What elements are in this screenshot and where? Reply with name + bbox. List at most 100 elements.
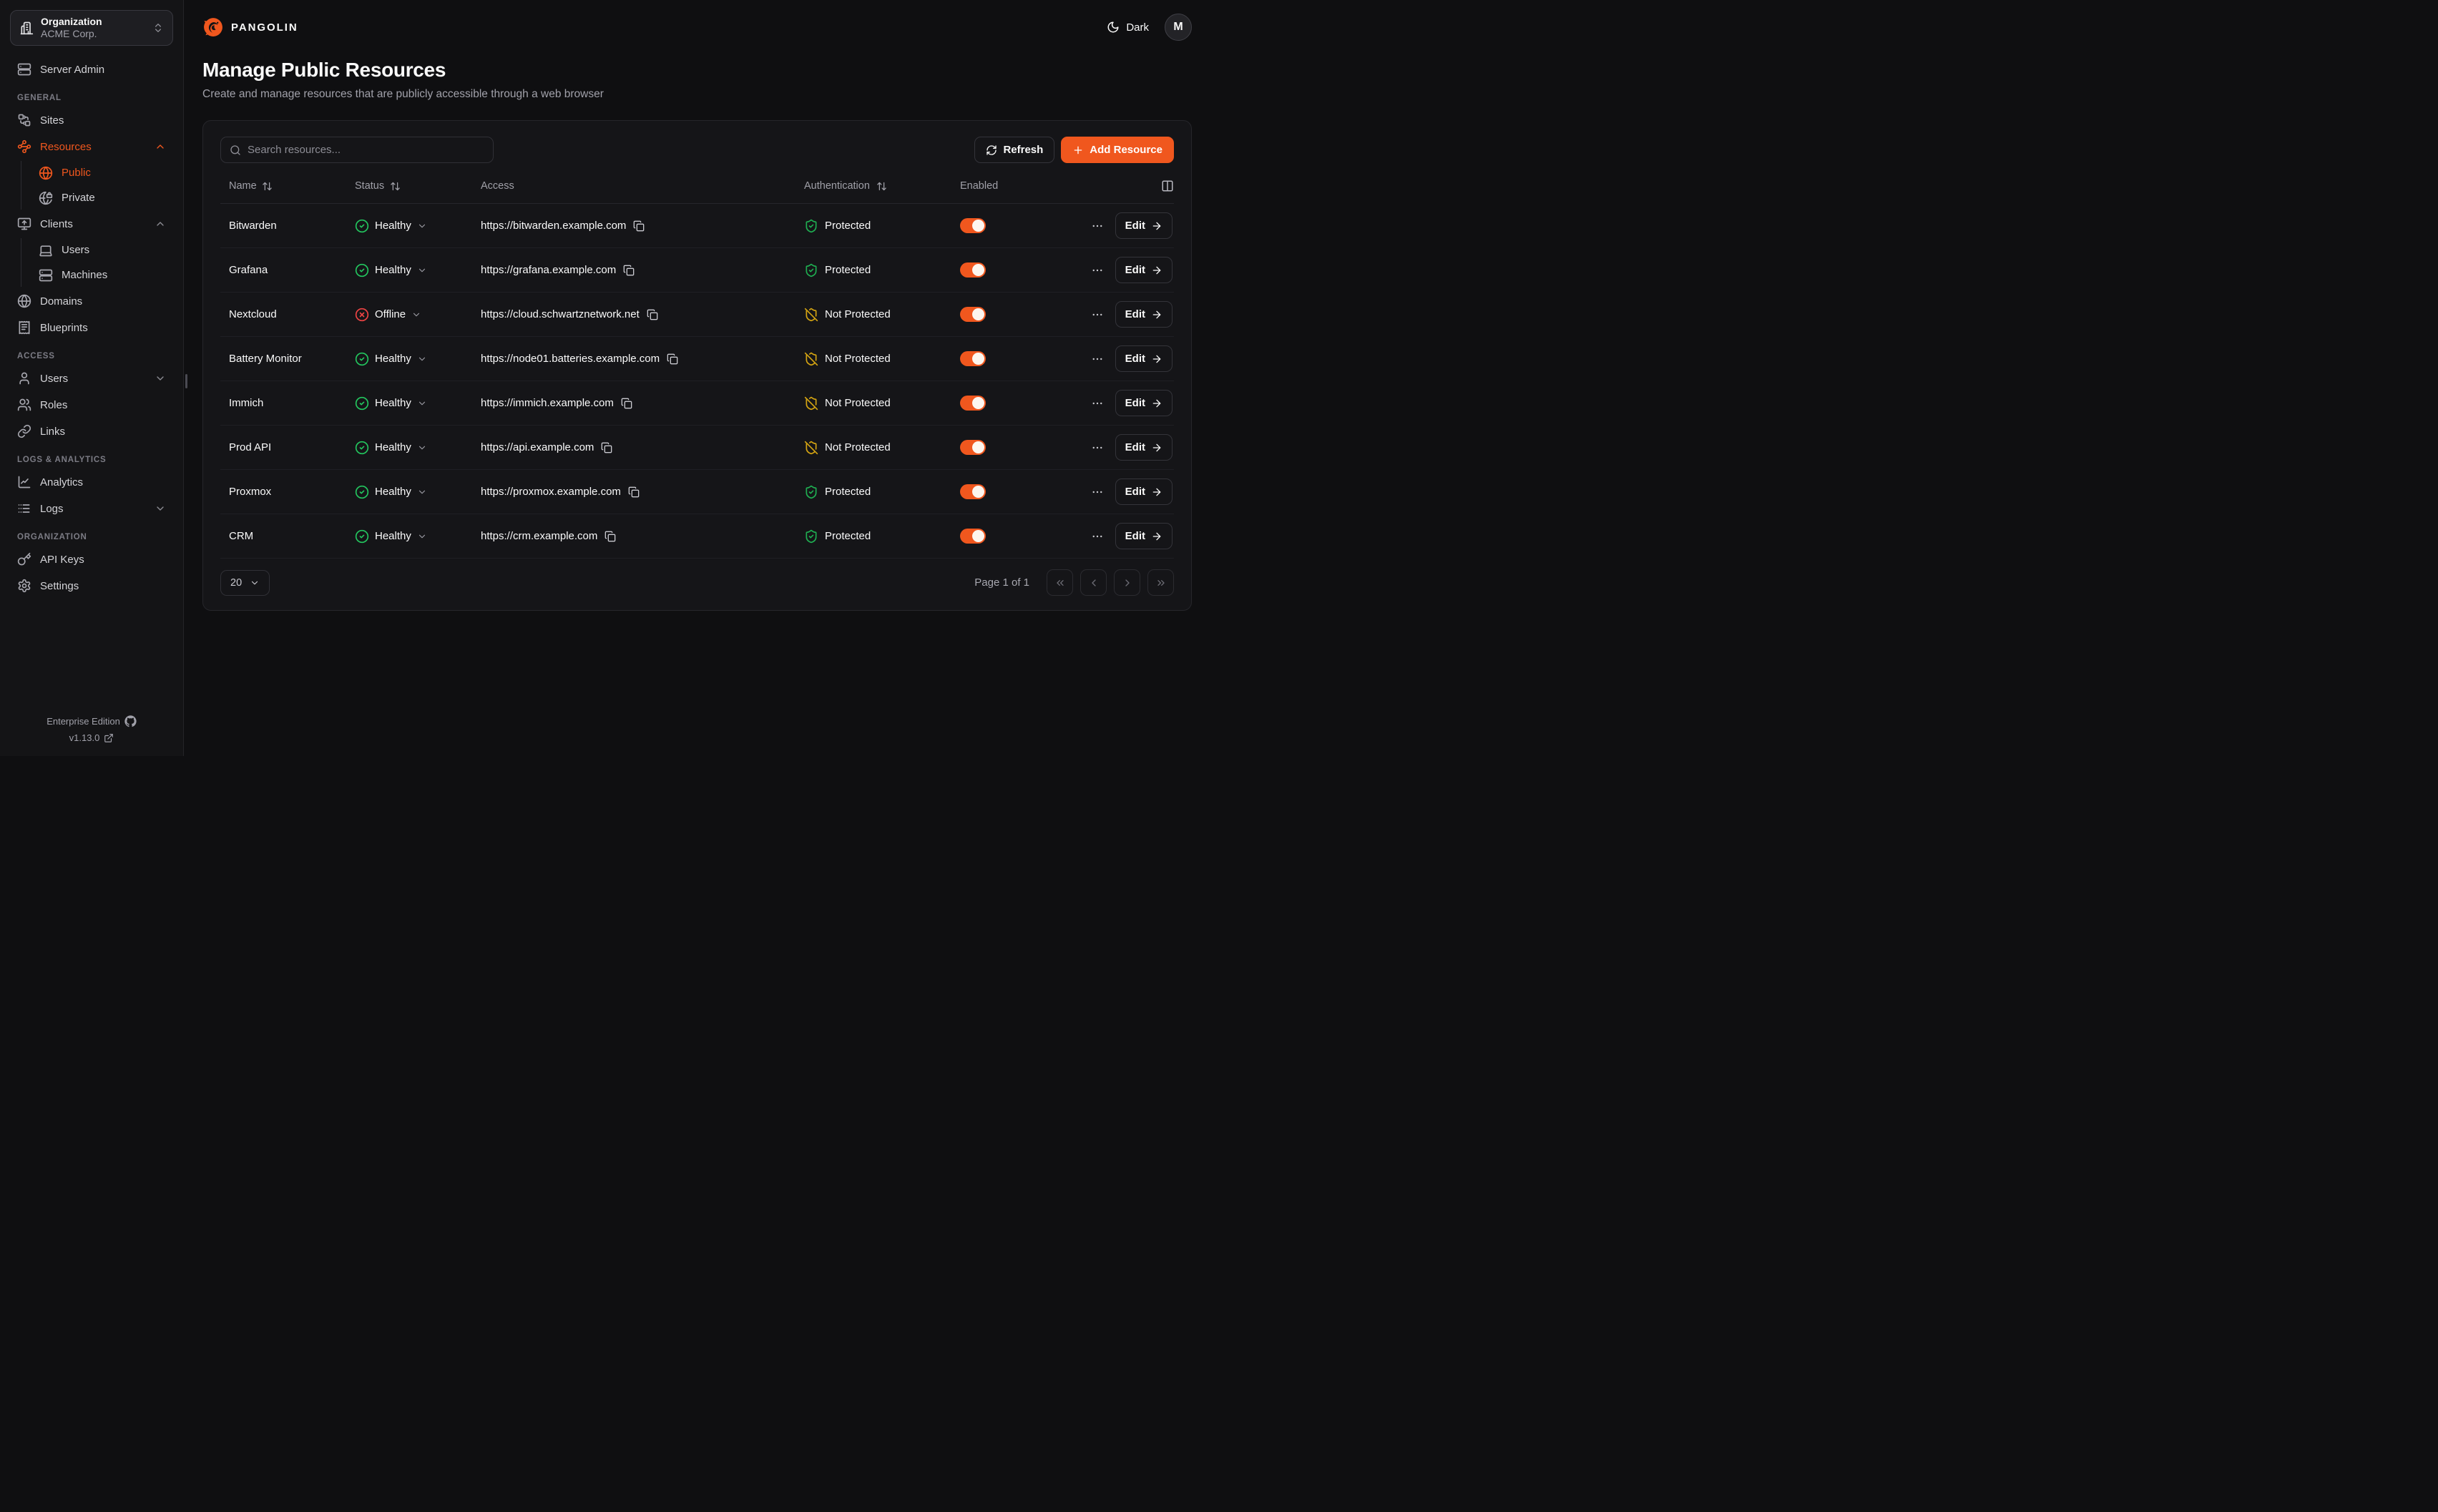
next-page-button[interactable] — [1114, 569, 1140, 596]
copy-icon[interactable] — [623, 265, 635, 276]
sidebar-item-roles[interactable]: Roles — [10, 393, 173, 417]
sort-icon[interactable] — [262, 181, 273, 192]
row-menu-icon[interactable] — [1091, 530, 1104, 543]
top-bar: PANGOLIN Dark M — [202, 11, 1192, 43]
sidebar-item-settings[interactable]: Settings — [10, 574, 173, 598]
resource-url: https://immich.example.com — [481, 397, 614, 409]
edition-row[interactable]: Enterprise Edition — [10, 715, 173, 727]
sidebar-item-clients[interactable]: Clients — [10, 212, 173, 236]
sidebar-item-links[interactable]: Links — [10, 419, 173, 443]
column-header-status[interactable]: Status — [355, 180, 481, 192]
globe-lock-icon — [39, 191, 53, 205]
chevron-down-icon[interactable] — [417, 354, 427, 364]
resources-card: Refresh Add Resource Name Status — [202, 120, 1192, 611]
enabled-toggle[interactable] — [960, 396, 986, 411]
copy-icon[interactable] — [621, 398, 632, 409]
sidebar-item-sites[interactable]: Sites — [10, 108, 173, 132]
sidebar-item-label: Private — [62, 192, 166, 204]
row-menu-icon[interactable] — [1091, 353, 1104, 365]
enabled-toggle[interactable] — [960, 262, 986, 278]
enabled-toggle[interactable] — [960, 218, 986, 233]
chevron-down-icon[interactable] — [417, 398, 427, 408]
first-page-button[interactable] — [1047, 569, 1073, 596]
org-selector[interactable]: Organization ACME Corp. — [10, 10, 173, 46]
avatar[interactable]: M — [1165, 14, 1192, 41]
row-menu-icon[interactable] — [1091, 264, 1104, 277]
auth-cell: Not Protected — [804, 396, 960, 411]
edit-button[interactable]: Edit — [1115, 212, 1173, 239]
sidebar-item-label: Blueprints — [40, 322, 166, 334]
copy-icon[interactable] — [628, 486, 640, 498]
page-size-select[interactable]: 20 — [220, 570, 270, 596]
row-menu-icon[interactable] — [1091, 486, 1104, 499]
toggle-knob — [972, 441, 984, 453]
row-menu-icon[interactable] — [1091, 441, 1104, 454]
actions-cell: Edit — [1067, 301, 1174, 328]
enabled-toggle[interactable] — [960, 307, 986, 322]
chevron-down-icon[interactable] — [411, 310, 421, 320]
sidebar-item-resources[interactable]: Resources — [10, 134, 173, 159]
version-row[interactable]: v1.13.0 — [10, 732, 173, 743]
chevron-down-icon[interactable] — [417, 443, 427, 453]
sidebar-item-client-users[interactable]: Users — [31, 238, 173, 262]
section-label-organization: ORGANIZATION — [17, 533, 166, 541]
column-header-name[interactable]: Name — [220, 180, 355, 192]
sidebar-item-public[interactable]: Public — [31, 161, 173, 185]
column-header-authentication[interactable]: Authentication — [804, 180, 960, 192]
enabled-toggle[interactable] — [960, 484, 986, 499]
globe-icon — [39, 166, 53, 180]
edit-button[interactable]: Edit — [1115, 257, 1173, 283]
row-menu-icon[interactable] — [1091, 308, 1104, 321]
sidebar-item-domains[interactable]: Domains — [10, 289, 173, 313]
section-label-general: GENERAL — [17, 94, 166, 102]
status-cell: Healthy — [355, 352, 481, 366]
columns-icon[interactable] — [1161, 180, 1174, 192]
chevron-down-icon[interactable] — [417, 221, 427, 231]
edit-button[interactable]: Edit — [1115, 301, 1173, 328]
copy-icon[interactable] — [604, 531, 616, 542]
enabled-toggle[interactable] — [960, 529, 986, 544]
sidebar-item-machines[interactable]: Machines — [31, 263, 173, 287]
sidebar-item-api-keys[interactable]: API Keys — [10, 547, 173, 571]
status-label: Healthy — [375, 353, 411, 365]
sidebar-scrollbar-thumb[interactable] — [185, 374, 187, 388]
prev-page-button[interactable] — [1080, 569, 1107, 596]
edit-button[interactable]: Edit — [1115, 390, 1173, 416]
copy-icon[interactable] — [647, 309, 658, 320]
sidebar-item-users[interactable]: Users — [10, 366, 173, 391]
access-cell: https://api.example.com — [481, 441, 804, 453]
enabled-toggle[interactable] — [960, 440, 986, 455]
sort-icon[interactable] — [390, 181, 401, 192]
toggle-knob — [972, 353, 984, 365]
copy-icon[interactable] — [601, 442, 612, 453]
edit-button[interactable]: Edit — [1115, 434, 1173, 461]
sort-icon[interactable] — [876, 181, 887, 192]
sidebar-item-analytics[interactable]: Analytics — [10, 470, 173, 494]
copy-icon[interactable] — [633, 220, 645, 232]
edit-button[interactable]: Edit — [1115, 523, 1173, 549]
chevron-down-icon[interactable] — [417, 265, 427, 275]
search-input[interactable] — [248, 144, 484, 156]
brand[interactable]: PANGOLIN — [202, 16, 298, 38]
theme-toggle[interactable]: Dark — [1107, 21, 1149, 34]
sidebar-item-blueprints[interactable]: Blueprints — [10, 315, 173, 340]
sidebar-item-logs[interactable]: Logs — [10, 496, 173, 521]
shield-check-icon — [804, 219, 818, 233]
refresh-button[interactable]: Refresh — [974, 137, 1054, 163]
last-page-button[interactable] — [1147, 569, 1174, 596]
edit-button[interactable]: Edit — [1115, 478, 1173, 505]
add-resource-button[interactable]: Add Resource — [1061, 137, 1174, 163]
chevron-down-icon[interactable] — [417, 487, 427, 497]
auth-cell: Not Protected — [804, 441, 960, 455]
circle-x-icon — [355, 308, 369, 322]
row-menu-icon[interactable] — [1091, 397, 1104, 410]
row-menu-icon[interactable] — [1091, 220, 1104, 232]
edit-button[interactable]: Edit — [1115, 345, 1173, 372]
enabled-toggle[interactable] — [960, 351, 986, 366]
sidebar-item-server-admin[interactable]: Server Admin — [10, 57, 173, 82]
chevron-down-icon[interactable] — [417, 531, 427, 541]
sidebar-item-private[interactable]: Private — [31, 186, 173, 210]
toolbar: Refresh Add Resource — [220, 137, 1174, 163]
copy-icon[interactable] — [667, 353, 678, 365]
monitor-up-icon — [17, 217, 31, 231]
